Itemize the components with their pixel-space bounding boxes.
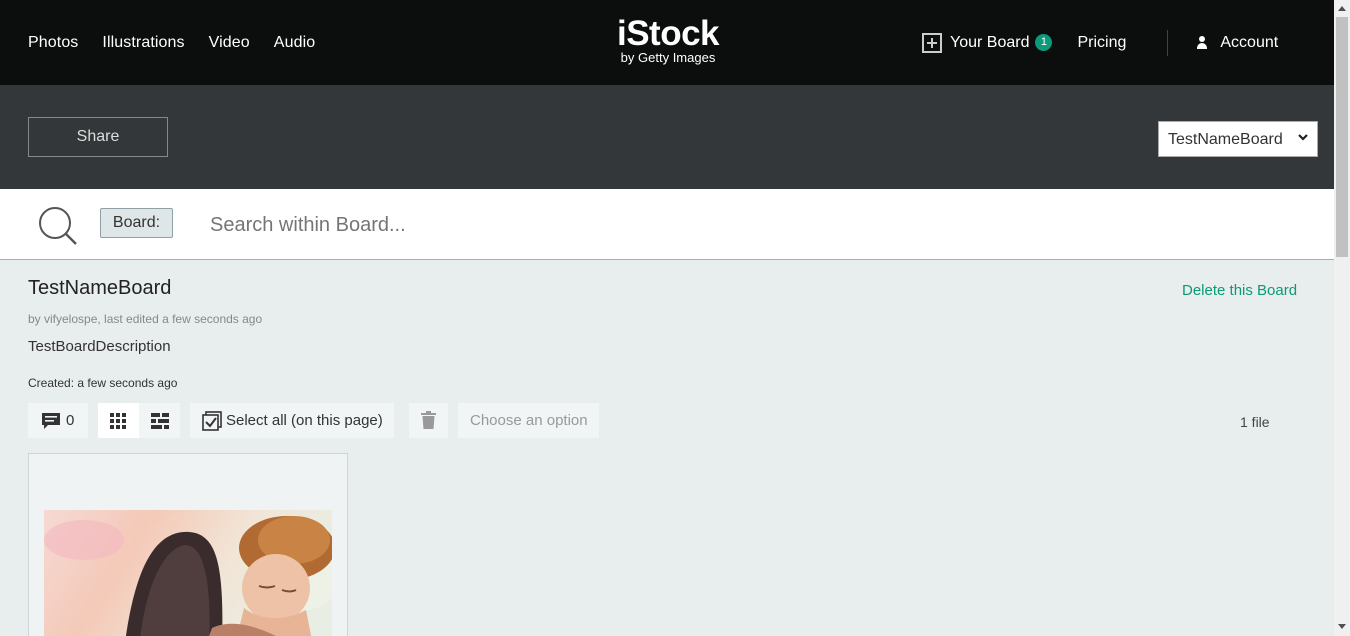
board-created: Created: a few seconds ago bbox=[28, 376, 178, 390]
board-scope-tag: Board: bbox=[100, 208, 173, 238]
select-all-button[interactable]: Select all (on this page) bbox=[190, 403, 394, 438]
chevron-down-icon bbox=[1298, 134, 1308, 141]
page-scrollbar[interactable] bbox=[1334, 0, 1350, 636]
board-select-dropdown[interactable]: TestNameBoard bbox=[1158, 121, 1318, 157]
select-all-icon bbox=[202, 411, 222, 431]
grid-view-icon bbox=[110, 413, 126, 429]
comment-count: 0 bbox=[66, 412, 75, 429]
board-description: TestBoardDescription bbox=[28, 338, 171, 355]
search-input[interactable] bbox=[210, 211, 1110, 239]
nav-audio[interactable]: Audio bbox=[274, 34, 315, 52]
photo-thumbnail-image bbox=[44, 510, 332, 636]
nav-divider bbox=[1167, 29, 1169, 56]
mosaic-view-icon bbox=[151, 413, 169, 429]
grid-view-button[interactable] bbox=[98, 403, 139, 438]
media-type-nav: Photos Illustrations Video Audio bbox=[28, 0, 315, 85]
board-select-value: TestNameBoard bbox=[1168, 131, 1283, 148]
board-content: TestNameBoard Delete this Board by vifye… bbox=[0, 261, 1334, 636]
select-all-label: Select all (on this page) bbox=[226, 412, 383, 429]
asset-thumbnail[interactable] bbox=[44, 510, 332, 636]
board-byline: by vifyelospe, last edited a few seconds… bbox=[28, 312, 263, 326]
mosaic-view-button[interactable] bbox=[139, 403, 180, 438]
scroll-thumb[interactable] bbox=[1336, 17, 1348, 257]
nav-video[interactable]: Video bbox=[209, 34, 250, 52]
board-count-badge: 1 bbox=[1035, 34, 1053, 51]
board-search-bar: Board: bbox=[0, 189, 1334, 260]
file-count: 1 file bbox=[1240, 414, 1270, 430]
logo-subtitle: by Getty Images bbox=[620, 50, 716, 65]
account-label: Account bbox=[1220, 33, 1279, 51]
top-nav: Photos Illustrations Video Audio iStock … bbox=[0, 0, 1334, 85]
account-nav: Your Board 1 Pricing Account bbox=[922, 0, 1278, 85]
scroll-down-icon[interactable] bbox=[1338, 624, 1346, 629]
nav-photos[interactable]: Photos bbox=[28, 34, 78, 52]
search-icon[interactable] bbox=[38, 206, 78, 246]
asset-card[interactable] bbox=[28, 453, 348, 636]
istock-logo[interactable]: iStock by Getty Images bbox=[612, 16, 724, 65]
nav-illustrations[interactable]: Illustrations bbox=[102, 34, 184, 52]
board-title: TestNameBoard bbox=[28, 277, 172, 299]
bulk-action-select[interactable]: Choose an option bbox=[458, 403, 599, 438]
comment-icon bbox=[42, 413, 60, 429]
account-link[interactable]: Account bbox=[1196, 34, 1278, 52]
pricing-link[interactable]: Pricing bbox=[1077, 34, 1126, 52]
delete-board-link[interactable]: Delete this Board bbox=[1182, 282, 1297, 299]
board-header-band: Share TestNameBoard bbox=[0, 85, 1334, 189]
board-add-icon bbox=[922, 32, 942, 53]
scroll-up-icon[interactable] bbox=[1338, 6, 1346, 11]
user-icon bbox=[1196, 35, 1208, 50]
comments-button[interactable]: 0 bbox=[28, 403, 88, 438]
trash-icon bbox=[421, 411, 436, 429]
logo-brand: iStock bbox=[616, 14, 720, 53]
delete-selected-button[interactable] bbox=[409, 403, 448, 438]
your-board-link[interactable]: Your Board bbox=[950, 34, 1029, 52]
share-button[interactable]: Share bbox=[28, 117, 168, 157]
